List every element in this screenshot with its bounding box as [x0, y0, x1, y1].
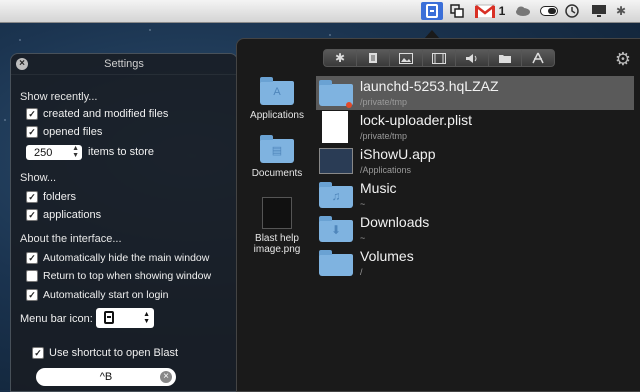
sidebar-item-label: Applications [250, 110, 304, 121]
display-icon[interactable] [590, 2, 608, 20]
menu-bar-icon-select[interactable]: ▲ ▼ [96, 308, 154, 328]
gmail-icon[interactable] [474, 2, 496, 20]
filter-applications-icon[interactable] [521, 49, 555, 67]
documents-folder-icon: ▤ [260, 135, 294, 163]
auto-hide-label: Automatically hide the main window [43, 252, 210, 264]
sidebar-item-blast-help-image[interactable]: Blast help image.png [249, 197, 305, 255]
auto-hide-checkbox-row[interactable]: ✓ Automatically hide the main window [26, 252, 209, 264]
clear-shortcut-icon[interactable]: × [160, 371, 172, 383]
auto-start-label: Automatically start on login [43, 289, 169, 301]
use-shortcut-label: Use shortcut to open Blast [49, 347, 179, 359]
folders-checkbox-row[interactable]: ✓ folders [26, 191, 76, 203]
checkbox-checked-icon[interactable]: ✓ [26, 252, 38, 264]
result-path: / [360, 267, 363, 277]
status-badge [346, 102, 352, 108]
menu-bar: 1 ✱ [0, 0, 640, 23]
result-path: /Applications [360, 165, 412, 175]
list-item[interactable]: launchd-5253.hqLZAZ /private/tmp [316, 76, 634, 110]
show-heading: Show... [20, 172, 57, 184]
results-list: launchd-5253.hqLZAZ /private/tmp lock-up… [316, 76, 634, 346]
interface-heading: About the interface... [20, 233, 122, 245]
checkbox-checked-icon[interactable]: ✓ [26, 108, 38, 120]
cloud-icon[interactable] [514, 2, 532, 20]
blast-menubar-icon[interactable] [421, 2, 443, 20]
filter-bar: ✱ [323, 49, 555, 67]
result-path: /private/tmp [360, 97, 408, 107]
list-item[interactable]: lock-uploader.plist /private/tmp [316, 110, 634, 144]
opened-files-label: opened files [43, 126, 103, 138]
list-item[interactable]: ♫ Music ~ [316, 178, 634, 212]
sidebar-item-applications[interactable]: A Applications [249, 77, 305, 121]
result-path: /private/tmp [360, 131, 408, 141]
blast-window: ✱ ⚙ A Applications ▤ Documents Blast hel… [236, 38, 640, 392]
music-folder-icon: ♫ [319, 182, 353, 208]
filter-movies-icon[interactable] [422, 49, 456, 67]
filter-documents-icon[interactable] [356, 49, 390, 67]
shortcut-field[interactable]: ^B × [36, 368, 176, 386]
created-modified-label: created and modified files [43, 108, 169, 120]
opened-files-checkbox-row[interactable]: ✓ opened files [26, 126, 102, 138]
result-name: lock-uploader.plist [360, 112, 473, 128]
shortcut-value: ^B [99, 371, 113, 383]
sidebar-item-label: Documents [251, 168, 303, 179]
sidebar-item-label: Blast help image.png [253, 233, 301, 255]
applications-label: applications [43, 209, 102, 221]
checkbox-checked-icon[interactable]: ✓ [26, 209, 38, 221]
filter-all-icon[interactable]: ✱ [323, 49, 357, 67]
toggle-icon[interactable] [539, 2, 559, 20]
downloads-folder-icon: ⬇ [319, 216, 353, 242]
created-modified-checkbox-row[interactable]: ✓ created and modified files [26, 108, 168, 120]
result-name: launchd-5253.hqLZAZ [360, 78, 499, 94]
show-recently-heading: Show recently... [20, 91, 98, 103]
settings-panel: × Settings [10, 53, 238, 392]
return-top-label: Return to top when showing window [43, 270, 212, 282]
settings-titlebar: × Settings [11, 54, 237, 75]
checkbox-unchecked-icon[interactable] [26, 270, 38, 282]
document-icon [322, 111, 348, 143]
gear-icon[interactable]: ⚙ [613, 49, 633, 69]
result-path: ~ [360, 199, 366, 209]
image-file-icon [262, 197, 292, 229]
checkbox-checked-icon[interactable]: ✓ [26, 126, 38, 138]
blast-glyph-icon [104, 311, 114, 324]
time-machine-icon[interactable] [564, 2, 580, 20]
app-icon [319, 148, 353, 174]
menu-bar-icon-label: Menu bar icon: [20, 313, 93, 325]
checkbox-checked-icon[interactable]: ✓ [26, 289, 38, 301]
filter-folders-icon[interactable] [488, 49, 522, 67]
items-to-store-stepper[interactable]: 250 ▲ ▼ [26, 145, 82, 160]
window-switch-icon[interactable] [449, 2, 465, 20]
store-value: 250 [34, 146, 53, 159]
result-name: iShowU.app [360, 146, 436, 162]
items-to-store-label: items to store [88, 146, 155, 158]
result-path: ~ [360, 233, 366, 243]
result-name: Music [360, 180, 397, 196]
result-name: Downloads [360, 214, 430, 230]
filter-images-icon[interactable] [389, 49, 423, 67]
settings-title: Settings [104, 58, 144, 70]
sidebar-item-documents[interactable]: ▤ Documents [249, 135, 305, 179]
bluetooth-icon[interactable]: ✱ [615, 2, 627, 20]
applications-folder-icon: A [260, 77, 294, 105]
select-arrows-icon: ▲ ▼ [143, 311, 150, 325]
applications-checkbox-row[interactable]: ✓ applications [26, 209, 101, 221]
result-name: Volumes [360, 248, 414, 264]
filter-audio-icon[interactable] [455, 49, 489, 67]
folders-label: folders [43, 191, 77, 203]
stepper-arrows-icon[interactable]: ▲ ▼ [72, 145, 79, 159]
checkbox-checked-icon[interactable]: ✓ [32, 347, 44, 359]
checkbox-checked-icon[interactable]: ✓ [26, 191, 38, 203]
list-item[interactable]: iShowU.app /Applications [316, 144, 634, 178]
use-shortcut-checkbox-row[interactable]: ✓ Use shortcut to open Blast [32, 347, 178, 359]
mail-count: 1 [498, 4, 506, 18]
return-top-checkbox-row[interactable]: Return to top when showing window [26, 270, 211, 282]
list-item[interactable]: Volumes / [316, 246, 634, 280]
auto-start-checkbox-row[interactable]: ✓ Automatically start on login [26, 289, 168, 301]
list-item[interactable]: ⬇ Downloads ~ [316, 212, 634, 246]
folder-icon [319, 250, 353, 276]
